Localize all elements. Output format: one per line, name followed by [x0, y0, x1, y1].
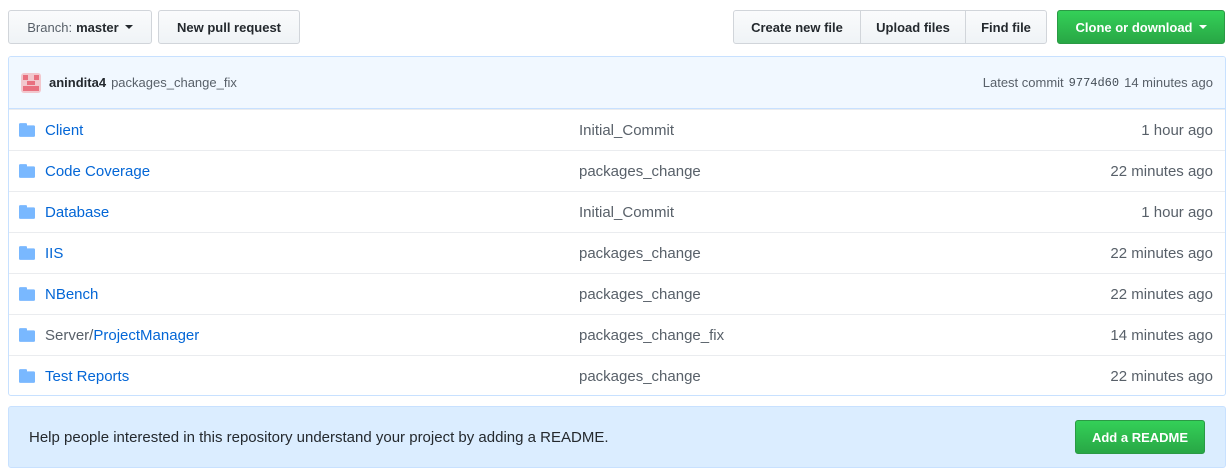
folder-icon	[19, 369, 35, 383]
latest-commit-info: Latest commit 9774d60 14 minutes ago	[983, 75, 1213, 90]
clone-or-download-button[interactable]: Clone or download	[1057, 10, 1225, 44]
table-row: IIS packages_change 22 minutes ago	[9, 232, 1225, 273]
file-browser: anindita4 packages_change_fix Latest com…	[8, 56, 1226, 396]
row-age: 1 hour ago	[1141, 203, 1213, 221]
row-commit-message[interactable]: packages_change	[579, 245, 701, 262]
clone-label: Clone or download	[1075, 19, 1193, 35]
caret-down-icon	[1198, 25, 1207, 29]
file-link[interactable]: IIS	[45, 245, 63, 262]
table-row: Server/ProjectManager packages_change_fi…	[9, 314, 1225, 355]
readme-banner: Help people interested in this repositor…	[8, 406, 1226, 468]
new-pull-request-button[interactable]: New pull request	[158, 10, 300, 44]
folder-icon	[19, 123, 35, 137]
upload-files-button[interactable]: Upload files	[860, 10, 966, 44]
caret-down-icon	[124, 25, 133, 29]
row-age: 22 minutes ago	[1110, 285, 1213, 303]
path-prefix: Server/	[45, 326, 94, 344]
table-row: NBench packages_change 22 minutes ago	[9, 273, 1225, 314]
folder-icon	[19, 287, 35, 301]
folder-icon	[19, 246, 35, 260]
row-commit-message[interactable]: packages_change	[579, 368, 701, 385]
file-link[interactable]: ProjectManager	[93, 327, 199, 344]
commit-sha-link[interactable]: 9774d60	[1069, 76, 1119, 90]
folder-icon	[19, 328, 35, 342]
commit-age: 14 minutes ago	[1124, 75, 1213, 90]
folder-icon	[19, 205, 35, 219]
avatar[interactable]	[21, 72, 41, 93]
row-age: 1 hour ago	[1141, 121, 1213, 139]
latest-commit-bar: anindita4 packages_change_fix Latest com…	[9, 57, 1225, 109]
row-commit-message[interactable]: packages_change	[579, 286, 701, 303]
latest-commit-label: Latest commit	[982, 75, 1064, 90]
folder-icon	[19, 164, 35, 178]
commit-message-link[interactable]: packages_change_fix	[111, 75, 237, 90]
table-row: Client Initial_Commit 1 hour ago	[9, 109, 1225, 150]
row-commit-message[interactable]: packages_change	[579, 163, 701, 180]
create-new-file-button[interactable]: Create new file	[733, 10, 861, 44]
row-age: 22 minutes ago	[1110, 244, 1213, 262]
row-age: 22 minutes ago	[1110, 367, 1213, 385]
file-link[interactable]: Client	[45, 122, 83, 139]
branch-select-button[interactable]: Branch: master	[8, 10, 152, 44]
file-link[interactable]: NBench	[45, 286, 98, 303]
row-commit-message[interactable]: Initial_Commit	[579, 122, 674, 139]
branch-name: master	[76, 19, 119, 35]
file-actions-group: Create new file Upload files Find file	[733, 10, 1047, 44]
file-link[interactable]: Test Reports	[45, 368, 129, 385]
table-row: Code Coverage packages_change 22 minutes…	[9, 150, 1225, 191]
add-readme-button[interactable]: Add a README	[1075, 420, 1205, 454]
row-age: 22 minutes ago	[1110, 162, 1213, 180]
commit-author-link[interactable]: anindita4	[49, 75, 106, 90]
readme-help-text: Help people interested in this repositor…	[29, 428, 609, 446]
table-row: Database Initial_Commit 1 hour ago	[9, 191, 1225, 232]
file-link[interactable]: Database	[45, 204, 109, 221]
row-commit-message[interactable]: Initial_Commit	[579, 204, 674, 221]
row-age: 14 minutes ago	[1110, 326, 1213, 344]
branch-prefix: Branch:	[27, 19, 73, 35]
row-commit-message[interactable]: packages_change_fix	[579, 327, 724, 344]
file-link[interactable]: Code Coverage	[45, 163, 150, 180]
find-file-button[interactable]: Find file	[965, 10, 1047, 44]
table-row: Test Reports packages_change 22 minutes …	[9, 355, 1225, 395]
